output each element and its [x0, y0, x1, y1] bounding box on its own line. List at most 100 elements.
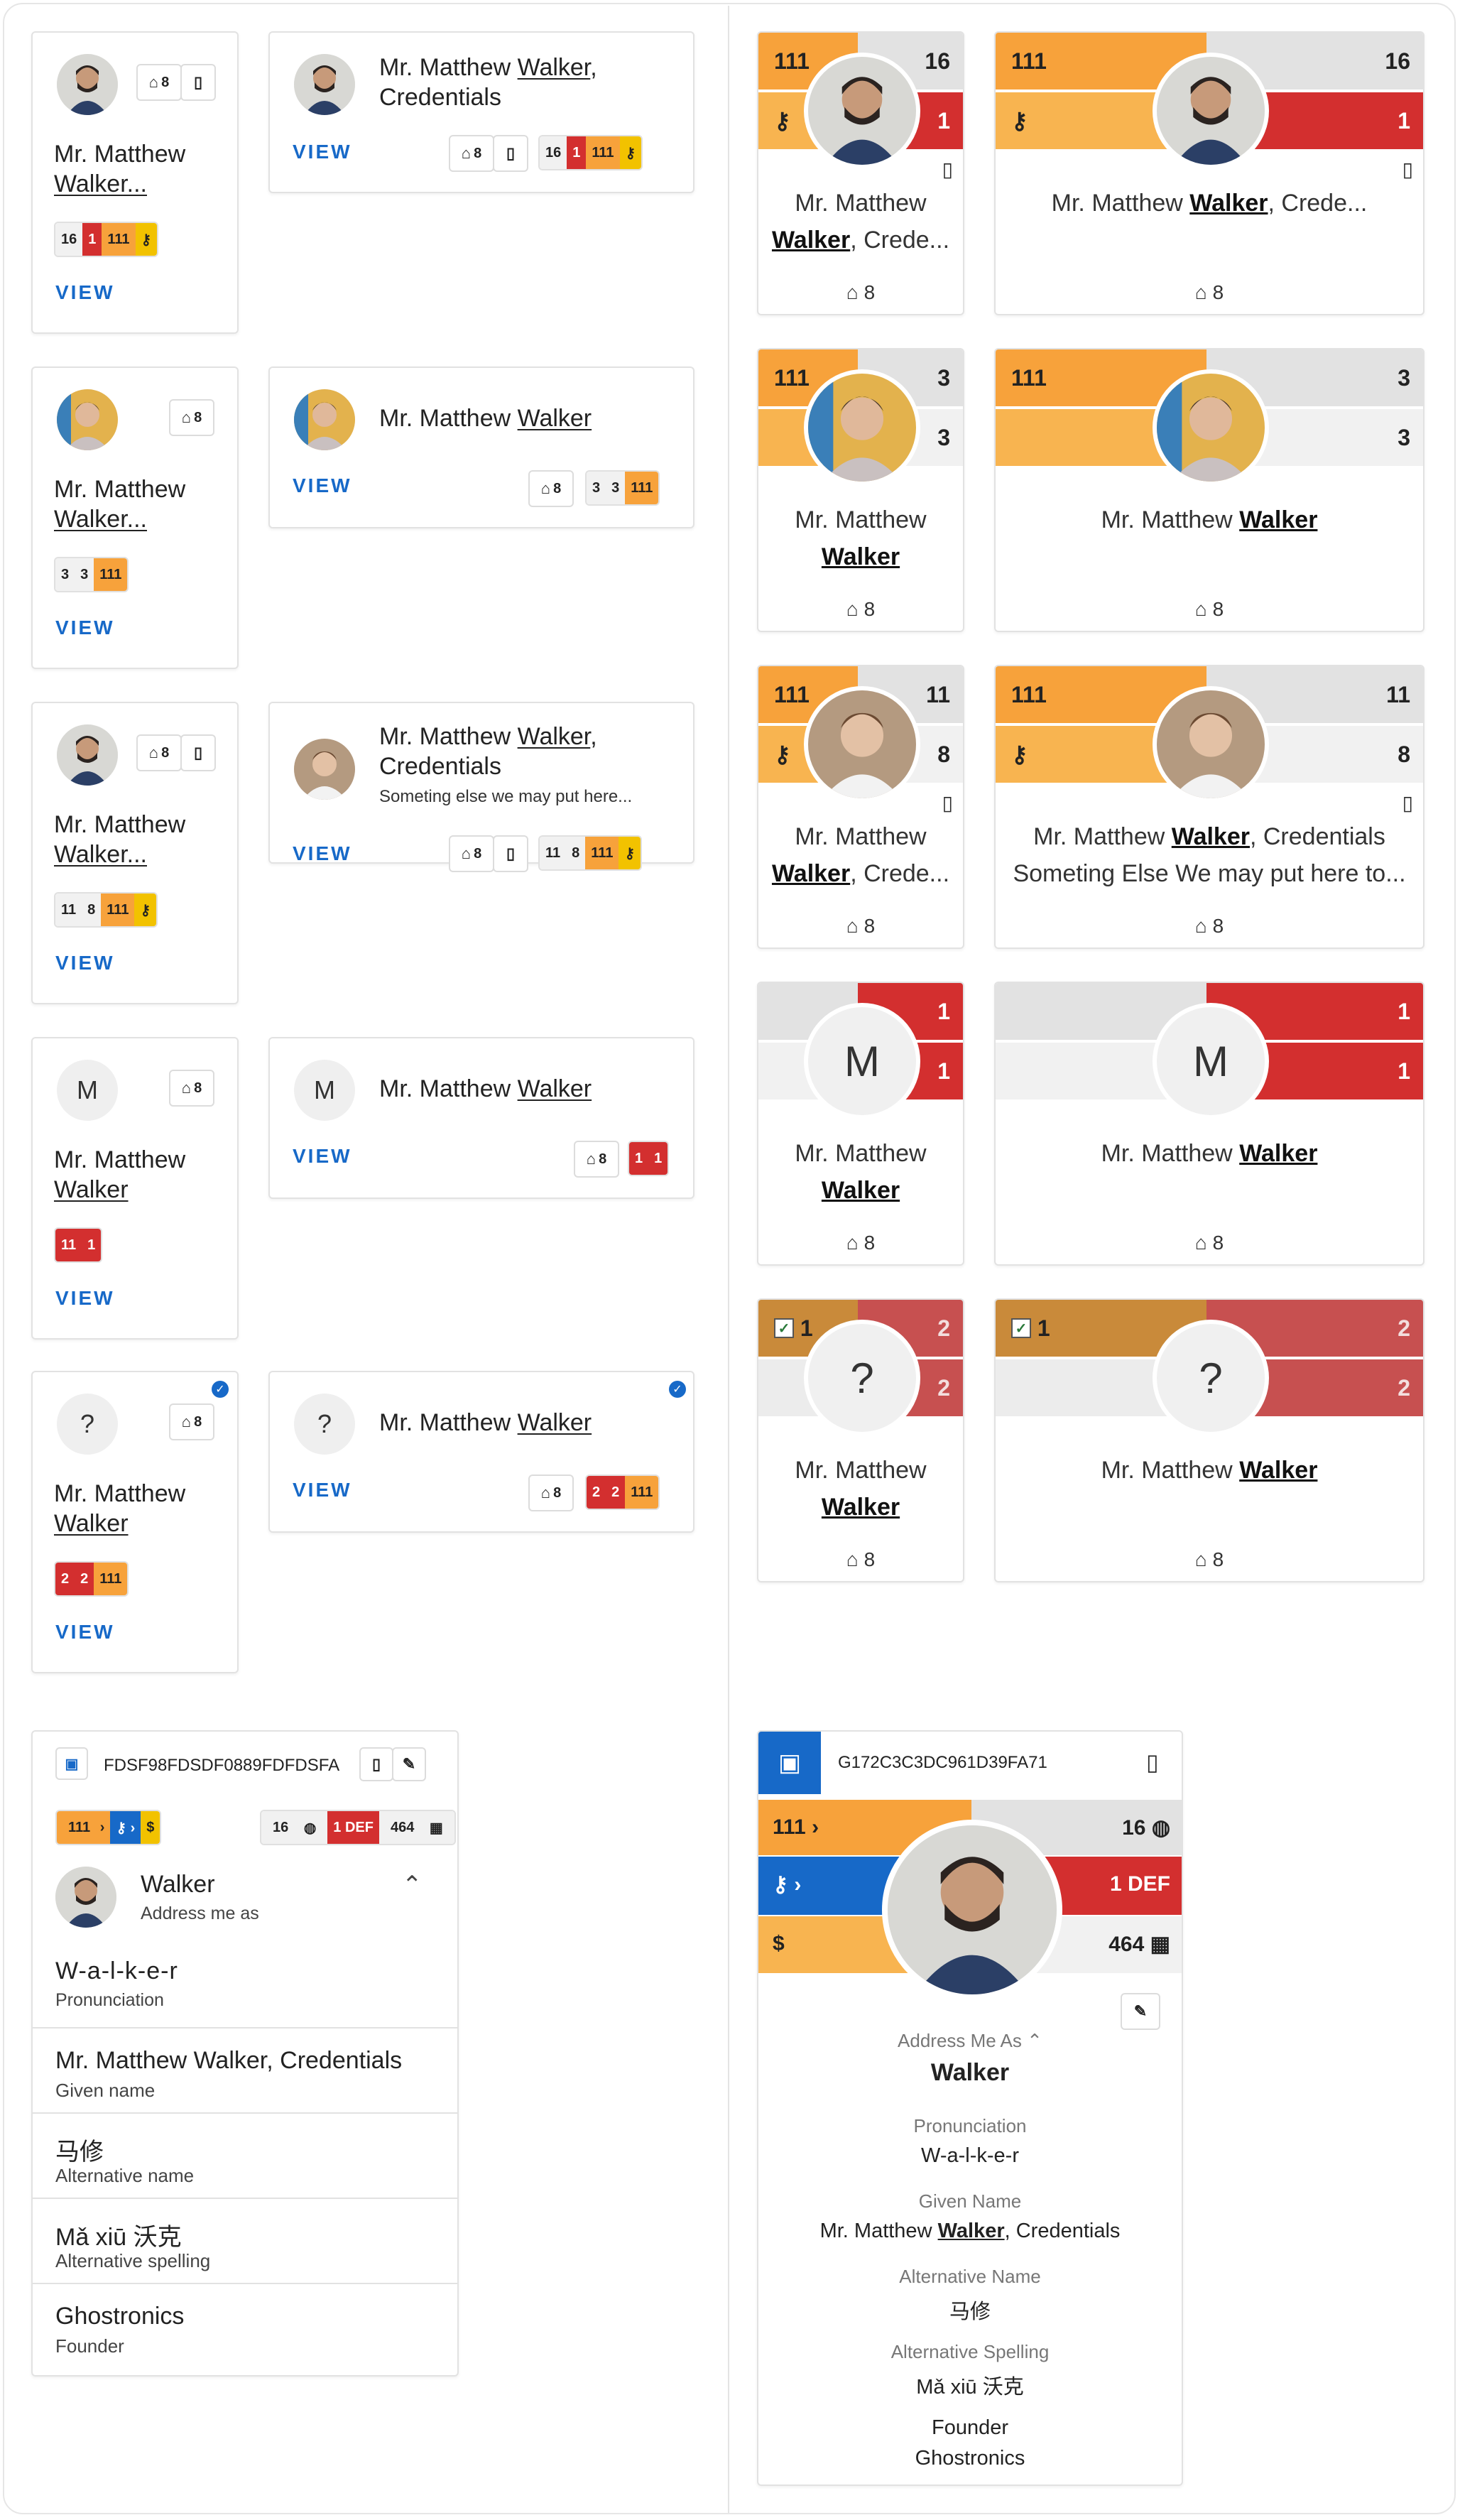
home-icon: ⌂	[148, 744, 159, 761]
person-card-wide-5[interactable]: ✓ ? Mr. Matthew Walker VIEW ⌂ 8 2 2 111	[268, 1371, 694, 1533]
band-count: 111	[1011, 364, 1047, 391]
person-card-wide-2[interactable]: Mr. Matthew Walker VIEW ⌂ 8 3 3 111	[268, 366, 694, 528]
home-count: ⌂ 8	[1194, 1548, 1224, 1570]
person-card-big-wide-4[interactable]: 1 1 M Mr. Matthew Walker ⌂ 8	[994, 982, 1424, 1266]
view-link[interactable]: VIEW	[55, 281, 115, 304]
band-count: 1	[800, 1315, 813, 1341]
person-name[interactable]: Mr. Matthew Walker	[758, 1135, 963, 1209]
home-icon: ⌂	[1194, 598, 1207, 620]
person-name[interactable]: Mr. Matthew Walker	[996, 1135, 1423, 1172]
person-card-compact-4[interactable]: M ⌂ 8 Mr. Matthew Walker 11 1 VIEW	[31, 1037, 239, 1340]
view-link[interactable]: VIEW	[293, 1145, 352, 1168]
band-count: 1	[937, 107, 950, 134]
person-name[interactable]: Mr. Matthew Walker...	[54, 810, 231, 869]
band-count: 111	[774, 364, 810, 391]
key-icon: ⚷	[774, 742, 791, 767]
person-name[interactable]: Mr. Matthew Walker, Crede...	[758, 185, 963, 259]
person-card-big-narrow-3[interactable]: 111 11 ⚷ 8 ▯ Mr. Matthew Walker, Crede... ⌂ 8	[757, 665, 964, 949]
person-name[interactable]: Mr. Matthew Walker...	[54, 474, 231, 534]
avatar-unknown: ?	[804, 1320, 920, 1436]
person-card-big-narrow-5[interactable]: ✓ 1 2 2? Mr. Matthew Walker ⌂ 8	[757, 1298, 964, 1582]
person-card-wide-4[interactable]: M Mr. Matthew Walker VIEW ⌂ 8 11	[268, 1037, 694, 1199]
person-card-compact-2[interactable]: ⌂ 8 Mr. Matthew Walker... 3 3 111 VIEW	[31, 366, 239, 669]
view-link[interactable]: VIEW	[55, 1287, 115, 1310]
phone-icon: ▯	[193, 73, 203, 91]
chevron-up-icon[interactable]: ⌃	[402, 1871, 423, 1899]
person-card-compact-1[interactable]: ⌂ 8 ▯ Mr. Matthew Walker... 16 1 111 ⚷ VIEW	[31, 31, 239, 334]
person-name[interactable]: Mr. Matthew Walker	[54, 1479, 231, 1538]
band-count: 2	[1398, 1315, 1410, 1341]
given-name-row: Mr. Matthew Walker, Credentials Given nam…	[33, 2027, 457, 2112]
person-name[interactable]: Mr. Matthew Walker	[379, 1408, 677, 1438]
person-extra-text: Someting else we may put here...	[379, 787, 633, 806]
person-name[interactable]: Mr. Matthew Walker, Credentials Someting …	[996, 818, 1423, 892]
person-card-big-wide-1[interactable]: 111 16 ⚷ 1 ▯ Mr. Matthew Walker, Crede... ⌂ 8	[994, 31, 1424, 315]
person-name[interactable]: Mr. Matthew Walker, Crede...	[758, 818, 963, 892]
phone-icon: ▯	[371, 1755, 381, 1773]
home-count: ⌂ 8	[1194, 1232, 1224, 1254]
person-name[interactable]: Mr. Matthew Walker, Credentials	[379, 53, 677, 112]
organization-row: Ghostronics Founder	[33, 2283, 457, 2375]
avatar-initial: M	[294, 1060, 355, 1121]
band-count: 16	[1385, 48, 1410, 74]
view-link[interactable]: VIEW	[55, 1621, 115, 1644]
view-link[interactable]: VIEW	[55, 617, 115, 639]
person-name[interactable]: Mr. Matthew Walker	[379, 403, 677, 433]
address-label: Address me as	[141, 1903, 259, 1923]
home-count: ⌂ 8	[846, 281, 876, 303]
view-link[interactable]: VIEW	[293, 474, 352, 497]
checkbox-icon[interactable]: ✓	[1011, 1318, 1031, 1338]
person-name[interactable]: Mr. Matthew Walker, Crede...	[996, 185, 1423, 222]
badge-group: 16 1 111 ⚷	[54, 222, 159, 257]
person-name[interactable]: Mr. Matthew Walker	[379, 1074, 677, 1104]
avatar-initial: M	[1153, 1003, 1269, 1119]
band-count: 1	[1398, 1058, 1410, 1084]
badge-group: 11	[628, 1141, 670, 1176]
person-name[interactable]: Mr. Matthew Walker	[54, 1145, 231, 1205]
home-icon: ⌂	[181, 1079, 192, 1097]
given-name-section: Given Name Mr. Matthew Walker, Credential…	[819, 2190, 1121, 2242]
phone-pill[interactable]: ▯	[180, 64, 216, 101]
person-card-wide-3[interactable]: Mr. Matthew Walker, Credentials Someting…	[268, 702, 694, 872]
chevron-up-icon[interactable]: ⌃	[1027, 2030, 1042, 2051]
home-icon: ⌂	[1194, 915, 1207, 937]
band-count: 11	[1386, 681, 1410, 707]
edit-button[interactable]: ✎	[392, 1747, 426, 1781]
person-card-compact-3[interactable]: ⌂ 8 ▯ Mr. Matthew Walker... 11 8 111 ⚷ VIEW	[31, 702, 239, 1004]
contact-card-icon[interactable]: ▣	[55, 1747, 88, 1780]
badge-icon-button[interactable]: ▣	[758, 1732, 821, 1794]
person-name[interactable]: Mr. Matthew Walker	[996, 1452, 1423, 1489]
phone-pill[interactable]: ▯	[180, 734, 216, 771]
person-name[interactable]: Mr. Matthew Walker	[996, 501, 1423, 538]
phone-button[interactable]: ▯	[359, 1747, 393, 1781]
view-link[interactable]: VIEW	[55, 952, 115, 974]
view-link[interactable]: VIEW	[293, 1479, 352, 1501]
person-card-big-wide-5[interactable]: ✓ 1 2 2? Mr. Matthew Walker ⌂ 8	[994, 1298, 1424, 1582]
checkbox-icon[interactable]: ✓	[774, 1318, 794, 1338]
band-count: 3	[1398, 424, 1410, 450]
phone-icon: ▯	[506, 844, 516, 862]
view-link[interactable]: VIEW	[293, 842, 352, 865]
person-name[interactable]: Mr. Matthew Walker	[758, 1452, 963, 1526]
key-icon: ⚷	[135, 223, 158, 256]
person-name[interactable]: Mr. Matthew Walker	[758, 501, 963, 575]
band-count: 3	[1398, 364, 1410, 391]
person-card-big-narrow-2[interactable]: 111 3 3 Mr. Matthew Walker ⌂ 8	[757, 348, 964, 632]
person-name[interactable]: Mr. Matthew Walker...	[54, 139, 231, 199]
avatar-large	[882, 1820, 1062, 2000]
home-icon: ⌂	[1194, 1548, 1207, 1570]
person-card-wide-1[interactable]: Mr. Matthew Walker, Credentials VIEW ⌂ 8 …	[268, 31, 694, 193]
home-count: ⌂ 8	[1194, 281, 1224, 303]
person-name[interactable]: Mr. Matthew Walker, Credentials	[379, 722, 677, 781]
person-card-big-narrow-4[interactable]: 1 1 M Mr. Matthew Walker ⌂ 8	[757, 982, 964, 1266]
phone-pill[interactable]: ▯	[493, 135, 528, 172]
edit-button[interactable]: ✎	[1121, 1993, 1160, 2030]
badge-group: 2 2 111	[585, 1474, 660, 1510]
phone-pill[interactable]: ▯	[493, 835, 528, 872]
phone-icon[interactable]: ▯	[1146, 1749, 1159, 1776]
person-card-compact-5[interactable]: ✓ ? ⌂ 8 Mr. Matthew Walker 2 2 111 VIEW	[31, 1371, 239, 1673]
view-link[interactable]: VIEW	[293, 141, 352, 163]
person-card-big-narrow-1[interactable]: 111 16 ⚷ 1 ▯ Mr. Matthew Walker, Crede... ⌂ 8	[757, 31, 964, 315]
person-card-big-wide-2[interactable]: 111 3 3 Mr. Matthew Walker ⌂ 8	[994, 348, 1424, 632]
person-card-big-wide-3[interactable]: 111 11 ⚷ 8 ▯ Mr. Matthew Walker, Credentials S…	[994, 665, 1424, 949]
